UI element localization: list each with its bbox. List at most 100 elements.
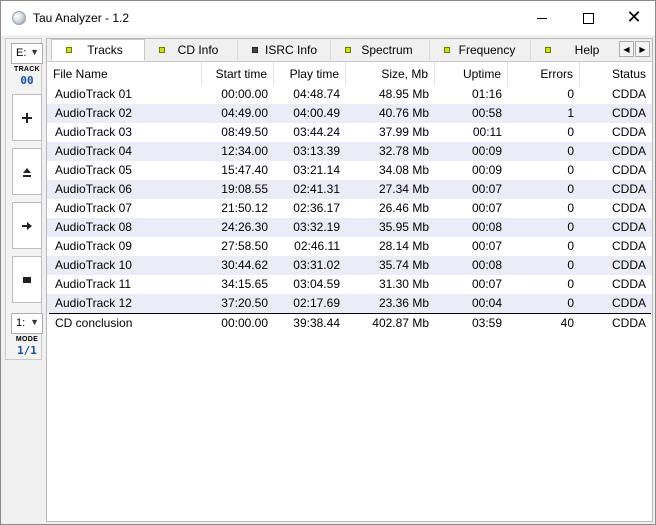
tab-label: ISRC Info — [264, 43, 318, 57]
table-row[interactable]: AudioTrack 11 34:15.65 03:04.59 31.30 Mb 00:… — [47, 275, 652, 294]
cell-file-name: AudioTrack 03 — [55, 125, 132, 139]
cell-status: CDDA — [611, 220, 646, 234]
cell-play-time: 02:17.69 — [293, 296, 340, 310]
cell-play-time: 03:32.19 — [293, 220, 340, 234]
cell-errors: 0 — [567, 277, 574, 291]
cell-start-time: 27:58.50 — [221, 239, 268, 253]
tab-label: Help — [574, 43, 600, 57]
table-row[interactable]: AudioTrack 09 27:58.50 02:46.11 28.14 Mb 00:… — [47, 237, 652, 256]
table-row[interactable]: AudioTrack 02 04:49.00 04:00.49 40.76 Mb 00:… — [47, 104, 652, 123]
cell-uptime: 00:07 — [471, 277, 502, 291]
table-row[interactable]: AudioTrack 10 30:44.62 03:31.02 35.74 Mb 00:… — [47, 256, 652, 275]
cell-size: 34.08 Mb — [378, 163, 429, 177]
column-header-play-time[interactable]: Play time — [274, 62, 346, 86]
table-row[interactable]: AudioTrack 08 24:26.30 03:32.19 35.95 Mb 00:… — [47, 218, 652, 237]
cell-play-time: 04:00.49 — [293, 106, 340, 120]
summary-play-time: 39:38.44 — [293, 316, 340, 330]
cell-start-time: 15:47.40 — [221, 163, 268, 177]
drive-select[interactable]: E: ▼ — [11, 43, 43, 64]
cell-status: CDDA — [611, 258, 646, 272]
plus-icon — [22, 112, 32, 123]
tab-cd-info[interactable]: CD Info — [145, 40, 238, 60]
summary-errors: 40 — [560, 316, 574, 330]
table-row[interactable]: AudioTrack 04 12:34.00 03:13.39 32.78 Mb 00:… — [47, 142, 652, 161]
track-label: TRACK — [14, 66, 40, 73]
forward-button[interactable] — [12, 202, 42, 249]
column-header-errors[interactable]: Errors — [508, 62, 580, 86]
cell-uptime: 00:11 — [472, 125, 502, 139]
cell-uptime: 00:08 — [471, 220, 502, 234]
cell-errors: 0 — [567, 201, 574, 215]
table-row[interactable]: AudioTrack 06 19:08.55 02:41.31 27.34 Mb 00:… — [47, 180, 652, 199]
cell-play-time: 03:44.24 — [293, 125, 340, 139]
stop-button[interactable] — [12, 256, 42, 303]
cell-errors: 0 — [567, 258, 574, 272]
table-row[interactable]: AudioTrack 12 37:20.50 02:17.69 23.36 Mb 00:… — [47, 294, 652, 313]
left-control-panel: E: ▼ TRACK 00 1: ▼ MODE 1/1 — [5, 38, 43, 360]
arrow-right-icon — [22, 221, 32, 230]
tab-help[interactable]: Help — [531, 40, 617, 60]
eject-button[interactable] — [12, 148, 42, 195]
tab-label: Spectrum — [361, 43, 413, 57]
cell-errors: 0 — [567, 87, 574, 101]
track-number: 00 — [20, 74, 34, 87]
tab-bar: Tracks CD Info ISRC Info Spectrum Freque… — [47, 39, 652, 62]
cell-file-name: AudioTrack 01 — [55, 87, 132, 101]
chevron-down-icon: ▼ — [30, 317, 39, 327]
cell-start-time: 19:08.55 — [221, 182, 268, 196]
app-icon — [12, 11, 26, 25]
cell-start-time: 30:44.62 — [221, 258, 268, 272]
summary-row[interactable]: CD conclusion 00:00.00 39:38.44 402.87 M… — [47, 314, 652, 333]
cell-size: 35.74 Mb — [378, 258, 429, 272]
cell-file-name: AudioTrack 09 — [55, 239, 132, 253]
mode-select-value: 1: — [16, 317, 26, 329]
cell-start-time: 04:49.00 — [221, 106, 268, 120]
column-header-start-time[interactable]: Start time — [202, 62, 274, 86]
cell-status: CDDA — [611, 125, 646, 139]
cell-start-time: 00:00.00 — [221, 87, 268, 101]
table-row[interactable]: AudioTrack 07 21:50.12 02:36.17 26.46 Mb 00:… — [47, 199, 652, 218]
column-header-status[interactable]: Status — [580, 62, 652, 86]
maximize-icon — [582, 12, 594, 24]
cell-file-name: AudioTrack 04 — [55, 144, 132, 158]
mode-value: 1/1 — [17, 344, 37, 357]
cell-play-time: 04:48.74 — [293, 87, 340, 101]
table-row[interactable]: AudioTrack 01 00:00.00 04:48.74 48.95 Mb 01:… — [47, 85, 652, 104]
tab-label: Frequency — [458, 43, 516, 57]
cell-size: 32.78 Mb — [378, 144, 429, 158]
add-button[interactable] — [12, 94, 42, 141]
table-row[interactable]: AudioTrack 05 15:47.40 03:21.14 34.08 Mb 00:… — [47, 161, 652, 180]
cell-errors: 0 — [567, 239, 574, 253]
mode-select[interactable]: 1: ▼ — [11, 313, 43, 334]
title-bar[interactable]: Tau Analyzer - 1.2 ✕ — [1, 1, 655, 35]
cell-file-name: AudioTrack 10 — [55, 258, 132, 272]
drive-select-value: E: — [16, 47, 27, 59]
cell-size: 48.95 Mb — [378, 87, 429, 101]
eject-icon — [23, 167, 31, 177]
window-title: Tau Analyzer - 1.2 — [33, 11, 130, 25]
tab-spectrum[interactable]: Spectrum — [331, 40, 430, 60]
cell-errors: 0 — [567, 296, 574, 310]
close-button[interactable]: ✕ — [611, 1, 656, 35]
tab-label: CD Info — [177, 43, 219, 57]
cell-uptime: 00:07 — [471, 239, 502, 253]
column-header-file-name[interactable]: File Name — [47, 62, 202, 86]
arrow-right-icon: ▶ — [639, 44, 646, 54]
table-row[interactable]: AudioTrack 03 08:49.50 03:44.24 37.99 Mb 00:… — [47, 123, 652, 142]
tab-frequency[interactable]: Frequency — [430, 40, 531, 60]
cell-errors: 1 — [567, 106, 574, 120]
maximize-button[interactable] — [565, 1, 611, 35]
cell-uptime: 00:09 — [471, 144, 502, 158]
minimize-button[interactable] — [519, 1, 565, 35]
column-header-size[interactable]: Size, Mb — [346, 62, 435, 86]
cell-play-time: 03:31.02 — [293, 258, 340, 272]
summary-uptime: 03:59 — [471, 316, 502, 330]
tab-isrc-info[interactable]: ISRC Info — [238, 40, 331, 60]
summary-file-name: CD conclusion — [55, 316, 133, 330]
main-window: Tau Analyzer - 1.2 ✕ E: ▼ TRACK 00 1: ▼ … — [0, 0, 656, 525]
tab-tracks[interactable]: Tracks — [51, 39, 145, 61]
cell-uptime: 00:58 — [471, 106, 502, 120]
tab-scroll-right-button[interactable]: ▶ — [635, 41, 650, 57]
tab-scroll-left-button[interactable]: ◀ — [619, 41, 634, 57]
column-header-uptime[interactable]: Uptime — [435, 62, 508, 86]
